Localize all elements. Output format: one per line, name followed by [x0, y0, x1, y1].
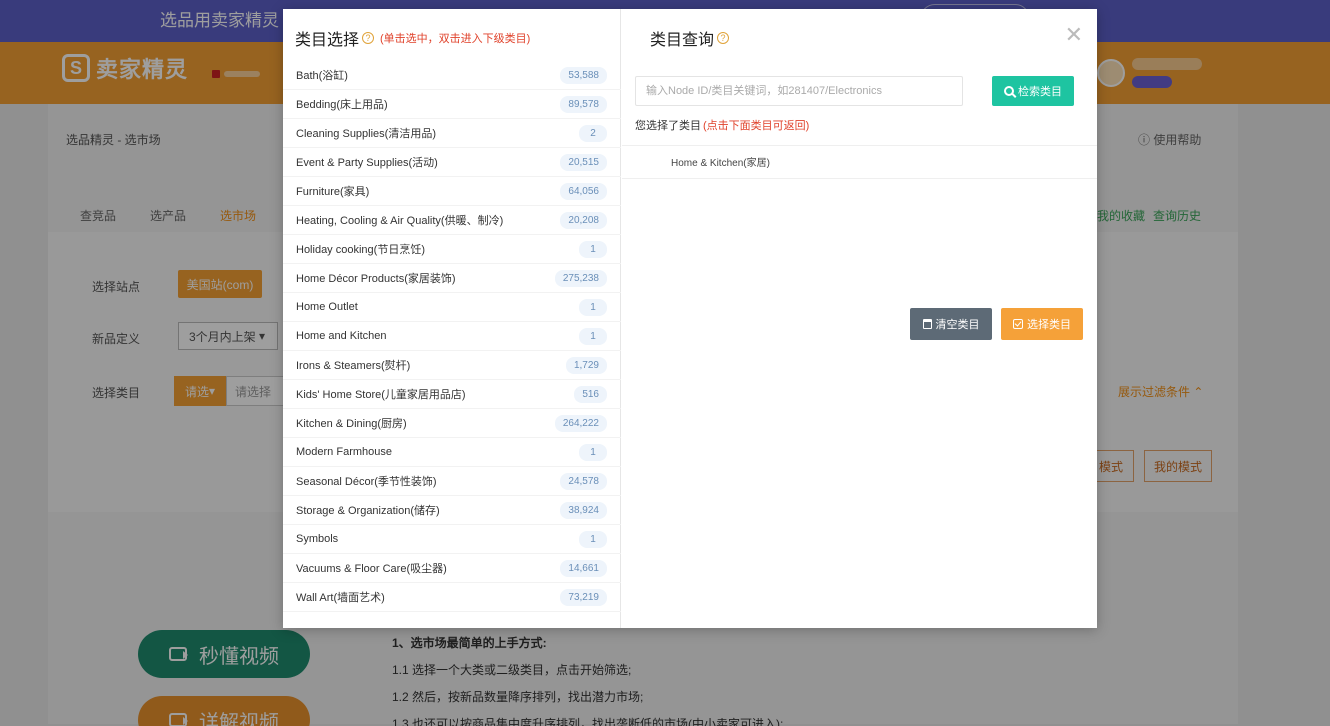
category-count-badge: 516: [574, 385, 607, 403]
choose-category-button[interactable]: 选择类目: [1001, 308, 1083, 340]
category-row[interactable]: Symbols 1: [283, 525, 621, 554]
category-select-title: 类目选择 ? (单击选中，双击进入下级类目): [295, 26, 530, 50]
checkbox-icon: [1013, 319, 1023, 329]
category-name: Kids' Home Store(儿童家居用品店): [296, 389, 466, 401]
category-count-badge: 64,056: [560, 182, 607, 200]
category-row[interactable]: Vacuums & Floor Care(吸尘器) 14,661: [283, 554, 621, 583]
category-name: Heating, Cooling & Air Quality(供暖、制冷): [296, 215, 504, 227]
category-row[interactable]: Event & Party Supplies(活动) 20,515: [283, 148, 621, 177]
selected-label-text: 您选择了类目: [635, 120, 701, 132]
selected-category-label: 您选择了类目 (点击下面类目可返回): [635, 117, 809, 133]
category-row[interactable]: Bedding(床上用品) 89,578: [283, 90, 621, 119]
category-row[interactable]: Irons & Steamers(熨杆) 1,729: [283, 351, 621, 380]
question-icon[interactable]: ?: [717, 32, 730, 44]
category-name: Home and Kitchen: [296, 330, 387, 342]
category-row[interactable]: Home and Kitchen 1: [283, 322, 621, 351]
category-count-badge: 73,219: [560, 588, 607, 606]
category-row[interactable]: Seasonal Décor(季节性装饰) 24,578: [283, 467, 621, 496]
category-row[interactable]: Home Décor Products(家居装饰) 275,238: [283, 264, 621, 293]
category-name: Bath(浴缸): [296, 70, 348, 82]
category-count-badge: 14,661: [560, 559, 607, 577]
category-search-input[interactable]: [635, 76, 963, 106]
category-row[interactable]: Bath(浴缸) 53,588: [283, 61, 621, 90]
category-name: Holiday cooking(节日烹饪): [296, 244, 425, 256]
search-button-label: 检索类目: [1018, 86, 1062, 98]
category-count-badge: 1: [579, 240, 607, 258]
category-name: Home Décor Products(家居装饰): [296, 273, 456, 285]
category-row[interactable]: Kids' Home Store(儿童家居用品店) 516: [283, 380, 621, 409]
left-hint: (单击选中，双击进入下级类目): [380, 33, 531, 45]
category-name: Cleaning Supplies(清洁用品): [296, 128, 436, 140]
right-title-text: 类目查询: [650, 32, 715, 49]
trash-icon: [922, 319, 932, 329]
category-name: Furniture(家具): [296, 186, 370, 198]
category-row[interactable]: Storage & Organization(储存) 38,924: [283, 496, 621, 525]
category-count-badge: 1: [579, 327, 607, 345]
choose-button-label: 选择类目: [1027, 319, 1071, 331]
category-list: Bath(浴缸) 53,588 Bedding(床上用品) 89,578 Cleanin…: [283, 61, 621, 612]
clear-button-label: 清空类目: [935, 319, 980, 331]
category-count-badge: 20,208: [560, 211, 607, 229]
category-row[interactable]: Kitchen & Dining(厨房) 264,222: [283, 409, 621, 438]
category-count-badge: 2: [579, 124, 607, 142]
category-row[interactable]: Wall Art(墙面艺术) 73,219: [283, 583, 621, 612]
left-title-text: 类目选择: [295, 32, 360, 49]
category-query-pane: 类目查询 ? ✕ 检索类目 您选择了类目(点击下面类目可返回) Home & K…: [622, 9, 1097, 628]
category-row[interactable]: Holiday cooking(节日烹饪) 1: [283, 235, 621, 264]
category-name: Modern Farmhouse: [296, 446, 392, 458]
category-count-badge: 20,515: [560, 153, 607, 171]
category-name: Seasonal Décor(季节性装饰): [296, 476, 437, 488]
category-name: Symbols: [296, 533, 339, 545]
category-query-title: 类目查询 ?: [650, 26, 730, 50]
category-row[interactable]: Cleaning Supplies(清洁用品) 2: [283, 119, 621, 148]
search-category-button[interactable]: 检索类目: [992, 76, 1074, 106]
question-icon[interactable]: ?: [362, 32, 375, 44]
category-count-badge: 1,729: [565, 356, 607, 374]
category-modal: 类目选择 ? (单击选中，双击进入下级类目) Bath(浴缸) 53,588 Bed…: [283, 9, 1097, 628]
category-name: Irons & Steamers(熨杆): [296, 360, 411, 372]
category-count-badge: 38,924: [560, 501, 607, 519]
category-name: Kitchen & Dining(厨房): [296, 418, 407, 430]
category-row[interactable]: Furniture(家具) 64,056: [283, 177, 621, 206]
category-row[interactable]: Heating, Cooling & Air Quality(供暖、制冷) 20,…: [283, 206, 621, 235]
category-count-badge: 1: [579, 443, 607, 461]
selected-category-path[interactable]: Home & Kitchen(家居): [671, 154, 770, 169]
category-name: Event & Party Supplies(活动): [296, 157, 438, 169]
category-count-badge: 1: [579, 298, 607, 316]
category-name: Wall Art(墙面艺术): [296, 592, 385, 604]
close-icon[interactable]: ✕: [1065, 24, 1083, 46]
category-name: Home Outlet: [296, 301, 358, 313]
category-row[interactable]: Home Outlet 1: [283, 293, 621, 322]
category-name: Vacuums & Floor Care(吸尘器): [296, 563, 447, 575]
category-count-badge: 53,588: [560, 66, 607, 84]
category-count-badge: 1: [579, 530, 607, 548]
category-name: Storage & Organization(储存): [296, 505, 440, 517]
search-icon: [1004, 86, 1014, 96]
clear-category-button[interactable]: 清空类目: [910, 308, 992, 340]
category-count-badge: 24,578: [560, 472, 607, 490]
category-row[interactable]: Modern Farmhouse 1: [283, 438, 621, 467]
category-select-pane: 类目选择 ? (单击选中，双击进入下级类目) Bath(浴缸) 53,588 Bed…: [283, 9, 621, 628]
category-count-badge: 275,238: [554, 269, 607, 287]
category-count-badge: 89,578: [560, 95, 607, 113]
category-count-badge: 264,222: [554, 414, 607, 432]
category-name: Bedding(床上用品): [296, 99, 388, 111]
selected-hint: (点击下面类目可返回): [703, 120, 810, 132]
